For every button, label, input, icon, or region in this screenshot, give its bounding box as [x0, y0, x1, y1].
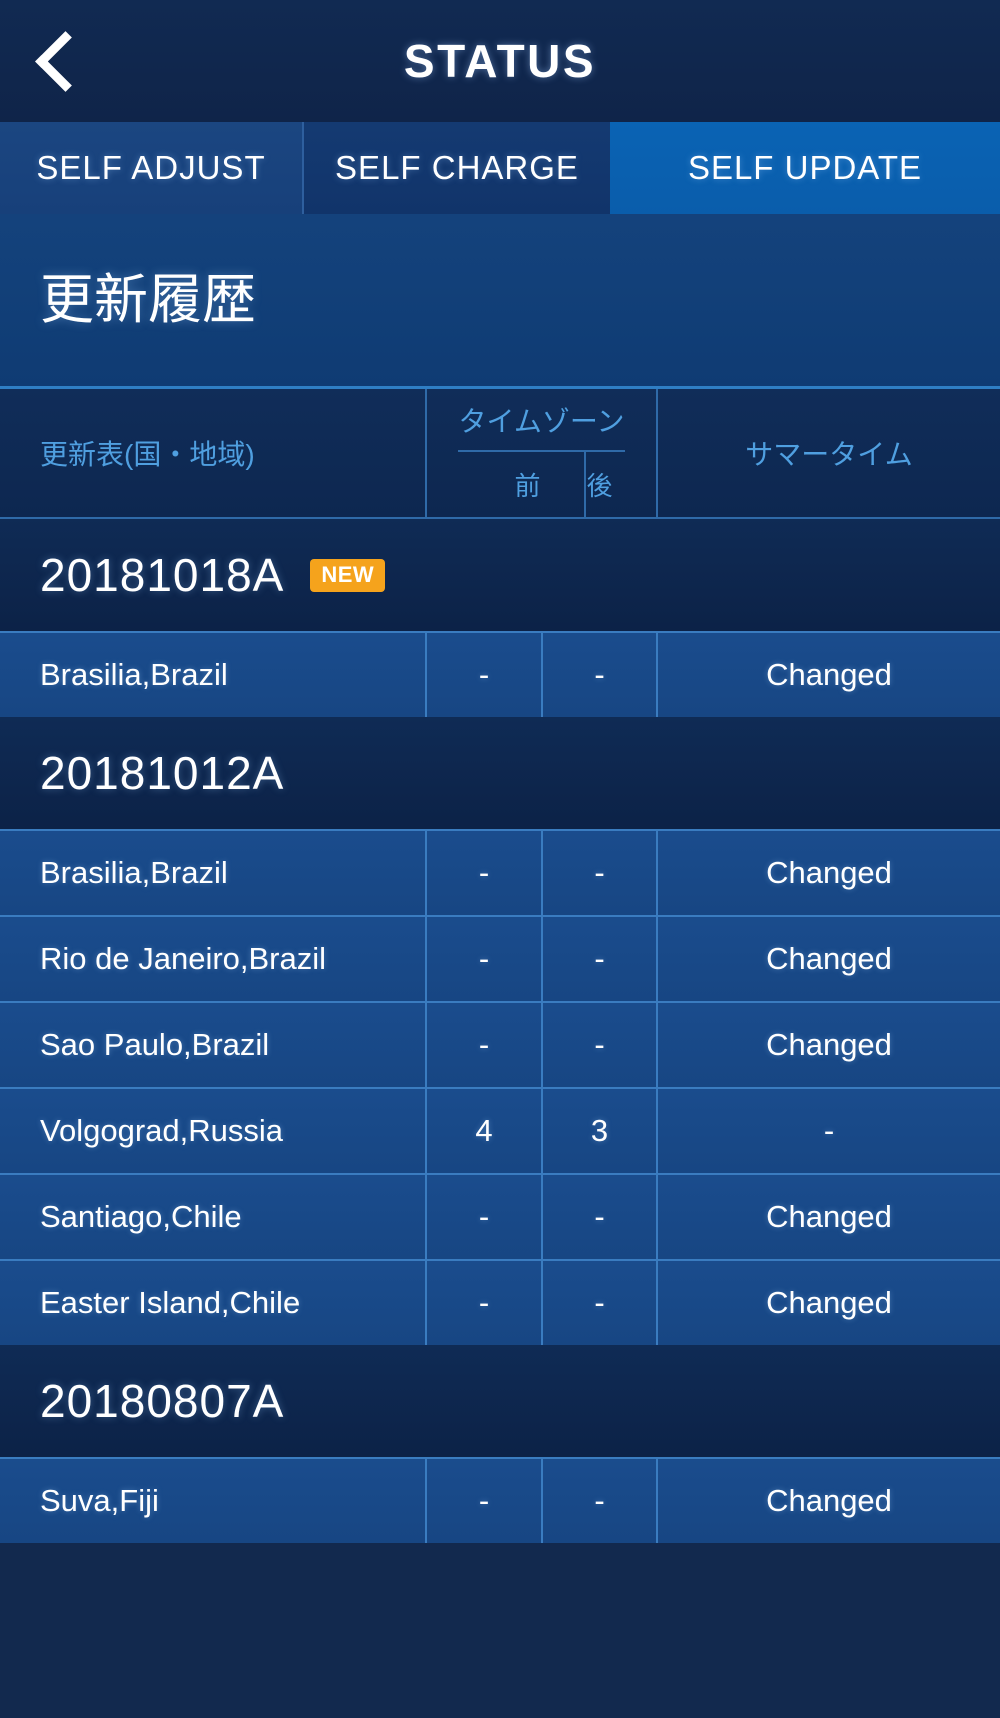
version-label: 20181018A	[40, 549, 285, 601]
cell-location: Easter Island,Chile	[0, 1261, 427, 1345]
cell-timezone-before: -	[427, 1003, 543, 1087]
table-body: 20181018A NEW Brasilia,Brazil - - Changed 2018…	[0, 519, 1000, 1543]
cell-timezone-after: -	[543, 1261, 658, 1345]
cell-location: Volgograd,Russia	[0, 1089, 427, 1173]
back-button[interactable]	[18, 0, 102, 122]
version-group-header: 20180807A	[0, 1345, 1000, 1457]
cell-location: Brasilia,Brazil	[0, 633, 427, 717]
cell-timezone-before: -	[427, 633, 543, 717]
section-title: 更新履歴	[40, 270, 256, 330]
column-header-timezone: タイムゾーン	[458, 389, 625, 452]
cell-timezone-after: -	[543, 917, 658, 1001]
table-row[interactable]: Suva,Fiji - - Changed	[0, 1457, 1000, 1543]
cell-location: Suva,Fiji	[0, 1459, 427, 1543]
cell-location: Brasilia,Brazil	[0, 831, 427, 915]
version-label: 20181012A	[40, 747, 285, 799]
top-app-bar: STATUS	[0, 0, 1000, 122]
column-header-dst: サマータイム	[745, 439, 913, 470]
cell-dst: Changed	[766, 855, 892, 890]
column-header-timezone-before: 前	[470, 452, 587, 517]
version-group-header: 20181018A NEW	[0, 519, 1000, 631]
table-row[interactable]: Brasilia,Brazil - - Changed	[0, 829, 1000, 915]
update-history-table: 更新表(国・地域) タイムゾーン 前 後 サマータイム 20181018A NEW…	[0, 389, 1000, 1718]
cell-dst: Changed	[766, 1483, 892, 1518]
cell-timezone-after: -	[543, 831, 658, 915]
tab-self-charge[interactable]: SELF CHARGE	[302, 122, 610, 214]
table-row[interactable]: Brasilia,Brazil - - Changed	[0, 631, 1000, 717]
tab-self-update[interactable]: SELF UPDATE	[610, 122, 1000, 214]
cell-timezone-before: -	[427, 917, 543, 1001]
version-group-header: 20181012A	[0, 717, 1000, 829]
table-row[interactable]: Rio de Janeiro,Brazil - - Changed	[0, 915, 1000, 1001]
cell-timezone-after: -	[543, 1459, 658, 1543]
table-row[interactable]: Santiago,Chile - - Changed	[0, 1173, 1000, 1259]
cell-dst: Changed	[766, 657, 892, 692]
new-badge: NEW	[310, 558, 386, 592]
version-label: 20180807A	[40, 1375, 285, 1427]
chevron-left-icon	[34, 30, 96, 92]
column-subheaders: 前 後	[470, 452, 613, 517]
status-screen: STATUS SELF ADJUST SELF CHARGE SELF UPDA…	[0, 0, 1000, 1718]
cell-timezone-before: 4	[427, 1089, 543, 1173]
cell-timezone-after: -	[543, 1175, 658, 1259]
cell-dst: Changed	[766, 1027, 892, 1062]
tab-self-adjust[interactable]: SELF ADJUST	[0, 122, 302, 214]
cell-timezone-before: -	[427, 1459, 543, 1543]
column-header-timezone-group: タイムゾーン 前 後	[427, 389, 658, 517]
cell-dst: Changed	[766, 941, 892, 976]
cell-timezone-after: -	[543, 1003, 658, 1087]
cell-dst: Changed	[766, 1199, 892, 1234]
cell-timezone-before: -	[427, 831, 543, 915]
table-row[interactable]: Easter Island,Chile - - Changed	[0, 1259, 1000, 1345]
cell-timezone-after: -	[543, 633, 658, 717]
table-header-row: 更新表(国・地域) タイムゾーン 前 後 サマータイム	[0, 389, 1000, 519]
cell-dst: Changed	[766, 1285, 892, 1320]
cell-location: Rio de Janeiro,Brazil	[0, 917, 427, 1001]
column-header-location: 更新表(国・地域)	[0, 389, 427, 517]
cell-timezone-before: -	[427, 1175, 543, 1259]
column-header-timezone-after: 後	[586, 471, 613, 501]
cell-location: Sao Paulo,Brazil	[0, 1003, 427, 1087]
page-title: STATUS	[403, 35, 597, 87]
cell-dst: -	[823, 1113, 835, 1148]
section-header: 更新履歴	[0, 214, 1000, 389]
table-row[interactable]: Volgograd,Russia 4 3 -	[0, 1087, 1000, 1173]
cell-timezone-after: 3	[543, 1089, 658, 1173]
cell-location: Santiago,Chile	[0, 1175, 427, 1259]
table-row[interactable]: Sao Paulo,Brazil - - Changed	[0, 1001, 1000, 1087]
cell-timezone-before: -	[427, 1261, 543, 1345]
tab-bar: SELF ADJUST SELF CHARGE SELF UPDATE	[0, 122, 1000, 214]
